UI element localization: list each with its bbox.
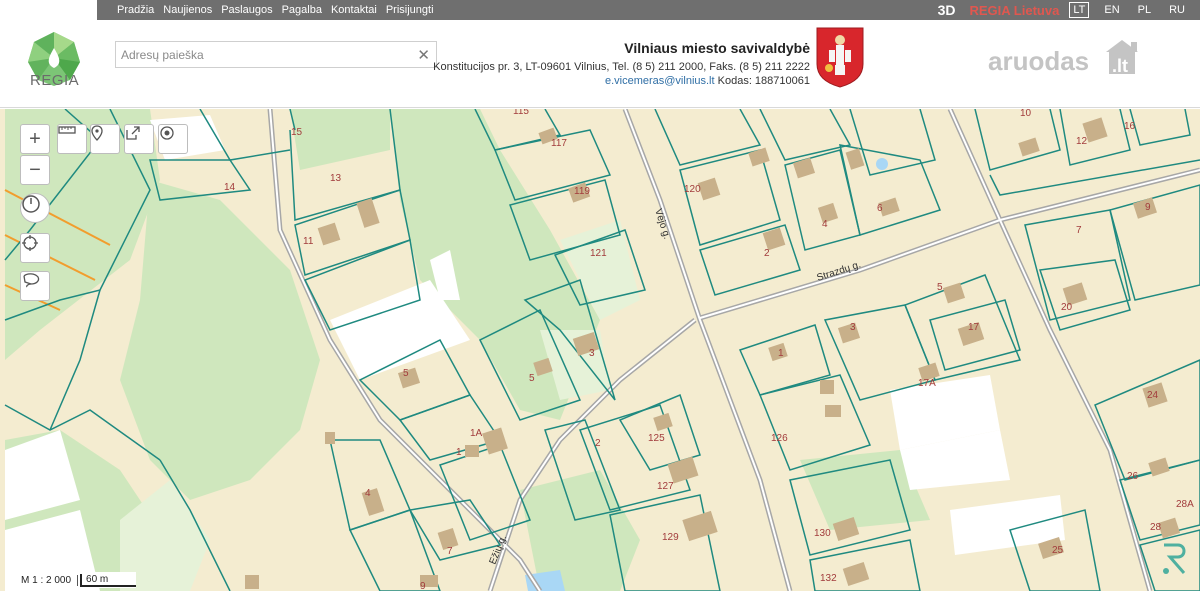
lang-en[interactable]: EN <box>1101 3 1122 17</box>
parcel-label: 115 <box>513 109 529 117</box>
scale-length: 60 m <box>80 573 137 587</box>
parcel-label: 120 <box>684 184 701 195</box>
nav-contacts[interactable]: Kontaktai <box>331 0 377 20</box>
aruodas-logo-suffix: .lt <box>1112 56 1128 76</box>
target-icon <box>160 126 174 140</box>
zoom-out-button[interactable]: − <box>20 155 50 185</box>
parcel-label: 5 <box>529 373 535 384</box>
parcel-label: 127 <box>657 481 674 492</box>
parcel-label: 1A <box>470 428 483 439</box>
scale-bar: M 1 : 2 000 60 m <box>15 572 137 588</box>
place-marker-button[interactable] <box>90 124 120 154</box>
map-canvas[interactable]: Vėjo g. Strazdų g. Ežių g. 115 117 119 1… <box>0 109 1200 591</box>
lasso-icon <box>23 273 40 288</box>
parcel-label: 9 <box>420 581 426 591</box>
parcel-label: 130 <box>814 528 831 539</box>
parcel-label: 9 <box>1145 202 1151 213</box>
vilnius-crest-icon <box>816 27 864 88</box>
share-icon <box>126 126 140 140</box>
search-input[interactable] <box>116 42 406 67</box>
parcel-label: 2 <box>764 248 770 259</box>
top-nav-bar: Pradžia Naujienos Paslaugos Pagalba Kont… <box>0 0 1200 20</box>
parcel-label: 119 <box>574 186 590 197</box>
municipality-email[interactable]: e.vicemeras@vilnius.lt <box>605 75 715 87</box>
aruodas-logo-text: aruodas <box>988 46 1089 76</box>
regia-corner-logo-icon <box>1163 543 1186 574</box>
parcel-label: 117 <box>551 138 567 149</box>
nav-login[interactable]: Prisijungti <box>386 0 434 20</box>
nav-services[interactable]: Paslaugos <box>221 0 272 20</box>
map-svg[interactable]: Vėjo g. Strazdų g. Ežių g. 115 117 119 1… <box>0 109 1200 591</box>
crosshair-button[interactable] <box>20 233 50 263</box>
nav-left-spacer <box>0 0 97 20</box>
parcel-label: 13 <box>330 173 342 184</box>
header: REGIA ✕ Vilniaus miesto savivaldybė Kons… <box>0 20 1200 108</box>
scale-ratio: M 1 : 2 000 <box>15 574 79 586</box>
parcel-label: 17 <box>968 322 980 333</box>
zoom-in-button[interactable]: + <box>20 124 50 154</box>
parcel-label: 1 <box>778 348 784 359</box>
clock-icon <box>22 195 40 213</box>
nav-right: 3D REGIA Lietuva LT EN PL RU <box>938 0 1200 20</box>
history-button[interactable] <box>20 193 50 223</box>
measure-tool-button[interactable] <box>57 124 87 154</box>
parcel-label: 3 <box>850 322 856 333</box>
parcel-label: 20 <box>1061 302 1073 313</box>
crosshair-icon <box>22 235 38 251</box>
parcel-label: 129 <box>662 532 679 543</box>
parcel-label: 7 <box>447 546 453 557</box>
parcel-label: 4 <box>822 219 828 230</box>
parcel-label: 3 <box>589 348 595 359</box>
municipality-address: Konstitucijos pr. 3, LT-09601 Vilnius, T… <box>433 61 810 73</box>
parcel-label: 14 <box>224 182 236 193</box>
lang-lt[interactable]: LT <box>1069 2 1090 18</box>
aruodas-logo-icon[interactable]: aruodas .lt <box>988 40 1158 80</box>
nav-home[interactable]: Pradžia <box>117 0 154 20</box>
parcel-label: 15 <box>291 127 303 138</box>
parcel-label: 6 <box>877 203 883 214</box>
street-label-strazdu: Strazdų g. <box>816 259 863 284</box>
view-3d-link[interactable]: 3D <box>938 2 956 18</box>
parcel-label: 28A <box>1176 499 1194 510</box>
parcel-label: 17A <box>918 378 936 389</box>
parcel-label: 24 <box>1147 390 1159 401</box>
municipality-info: Vilniaus miesto savivaldybė Konstitucijo… <box>433 40 810 87</box>
parcel-label: 5 <box>937 282 943 293</box>
parcel-label: 126 <box>771 433 788 444</box>
parcel-label: 132 <box>820 573 837 584</box>
parcel-label: 10 <box>1020 109 1032 119</box>
regia-logo-text: REGIA <box>30 72 80 89</box>
address-search: ✕ <box>115 41 437 68</box>
parcel-label: 2 <box>595 438 601 449</box>
share-button[interactable] <box>124 124 154 154</box>
green-top-left <box>290 109 390 170</box>
nav-news[interactable]: Naujienos <box>163 0 212 20</box>
parcel-label: 25 <box>1052 545 1064 556</box>
draw-area-button[interactable] <box>20 271 50 301</box>
municipality-name: Vilniaus miesto savivaldybė <box>624 40 810 56</box>
municipality-code: Kodas: 188710061 <box>717 75 810 87</box>
regia-lietuva-link[interactable]: REGIA Lietuva <box>970 3 1060 18</box>
lang-pl[interactable]: PL <box>1135 3 1154 17</box>
parcel-label: 26 <box>1127 471 1139 482</box>
parcel-label: 16 <box>1124 121 1136 132</box>
parcel-label: 1 <box>456 447 462 458</box>
parcel-label: 5 <box>403 368 409 379</box>
parcel-label: 121 <box>590 248 607 259</box>
municipality-contact: e.vicemeras@vilnius.lt Kodas: 188710061 <box>433 75 810 87</box>
parcel-label: 7 <box>1076 225 1082 236</box>
locate-button[interactable] <box>158 124 188 154</box>
regia-map-app: Pradžia Naujienos Paslaugos Pagalba Kont… <box>0 0 1200 591</box>
parcel-label: 28 <box>1150 522 1162 533</box>
close-icon[interactable]: ✕ <box>417 46 430 64</box>
parcel-label: 125 <box>648 433 665 444</box>
main-nav: Pradžia Naujienos Paslaugos Pagalba Kont… <box>117 0 443 20</box>
parcel-label: 12 <box>1076 136 1088 147</box>
ruler-icon <box>58 126 76 134</box>
lang-ru[interactable]: RU <box>1166 3 1188 17</box>
parcel-label: 4 <box>365 488 371 499</box>
map-pin-icon <box>91 125 103 141</box>
parcel-label: 11 <box>303 236 314 247</box>
nav-help[interactable]: Pagalba <box>282 0 322 20</box>
